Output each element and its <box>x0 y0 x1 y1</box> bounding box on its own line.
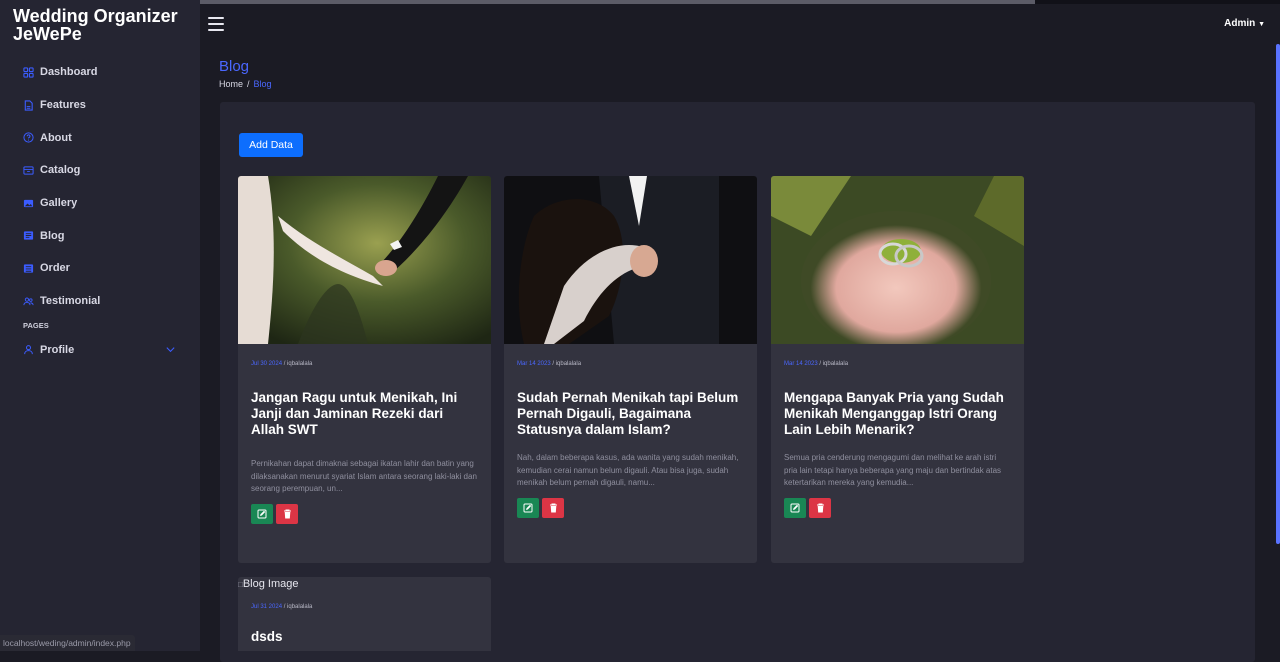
blog-card-date: Jul 31 2024 <box>251 604 283 610</box>
edit-icon <box>523 503 533 512</box>
caret-down-icon: ▼ <box>1258 21 1265 28</box>
top-header: Admin ▼ <box>200 4 1280 44</box>
page-title: Blog <box>219 58 250 75</box>
blog-card-image <box>504 176 757 344</box>
image-icon <box>23 199 34 207</box>
trash-icon <box>283 509 291 518</box>
sidebar-item-order[interactable]: Order <box>0 252 200 285</box>
blog-card-title[interactable]: Sudah Pernah Menikah tapi Belum Pernah D… <box>517 390 744 438</box>
admin-label: Admin <box>1224 18 1256 29</box>
blog-card: Jul 30 2024 / iqbalalala Jangan Ragu unt… <box>238 176 491 563</box>
archive-icon <box>23 166 34 175</box>
sidebar-item-about[interactable]: About <box>0 121 200 154</box>
edit-icon <box>257 509 267 518</box>
blog-card-title[interactable]: Mengapa Banyak Pria yang Sudah Menikah M… <box>784 390 1011 438</box>
sidebar-item-profile[interactable]: Profile <box>0 334 200 367</box>
blog-card-date: Mar 14 2023 <box>784 361 818 367</box>
receipt-icon <box>23 264 34 273</box>
document-icon <box>24 99 33 111</box>
sidebar-item-label: Catalog <box>40 164 81 177</box>
question-circle-icon <box>23 132 34 143</box>
sidebar-nav: Dashboard Features About Catalog Gallery… <box>0 56 200 366</box>
blog-card-meta: Jul 31 2024 / iqbalalala <box>251 604 491 610</box>
breadcrumb-current: Blog <box>253 79 272 89</box>
sidebar-item-blog[interactable]: Blog <box>0 219 200 252</box>
sidebar-item-testimonial[interactable]: Testimonial <box>0 285 200 318</box>
blog-card-title[interactable]: Jangan Ragu untuk Menikah, Ini Janji dan… <box>251 390 478 438</box>
edit-icon <box>790 503 800 512</box>
page-scrollbar[interactable] <box>1276 44 1280 544</box>
edit-button[interactable] <box>784 497 806 518</box>
trash-icon <box>549 503 557 512</box>
blog-card-excerpt: Nah, dalam beberapa kasus, ada wanita ya… <box>517 453 739 487</box>
trash-icon <box>816 503 824 512</box>
edit-button[interactable] <box>251 503 273 524</box>
blog-card-image-alt: Blog Image <box>242 578 299 590</box>
blog-card-actions <box>251 503 491 524</box>
blog-card: Mar 14 2023 / iqbalalala Sudah Pernah Me… <box>504 176 757 563</box>
sidebar-item-label: Profile <box>40 343 75 356</box>
newspaper-icon <box>23 231 34 240</box>
sidebar-item-label: Order <box>40 262 70 275</box>
breadcrumb-home[interactable]: Home <box>219 79 243 89</box>
brand-logo[interactable]: Wedding Organizer JeWePe <box>13 7 193 43</box>
blog-card-excerpt: Semua pria cenderung mengagumi dan melih… <box>784 453 1002 487</box>
sidebar-item-features[interactable]: Features <box>0 89 200 122</box>
blog-card-author: / iqbalalala <box>552 361 582 367</box>
grid-icon <box>23 67 34 78</box>
blog-card-excerpt: Pernikahan dapat dimaknai sebagai ikatan… <box>251 459 477 493</box>
sidebar-item-label: About <box>40 131 72 144</box>
blog-card-image <box>238 176 491 344</box>
sidebar-item-catalog[interactable]: Catalog <box>0 154 200 187</box>
blog-card-author: / iqbalalala <box>283 361 313 367</box>
blog-card: □Blog Image Jul 31 2024 / iqbalalala dsd… <box>238 577 491 651</box>
broken-image-placeholder: □Blog Image <box>238 577 491 592</box>
sidebar-item-gallery[interactable]: Gallery <box>0 187 200 220</box>
people-icon <box>23 297 34 305</box>
blog-card-meta: Mar 14 2023 / iqbalalala <box>784 361 1024 367</box>
blog-card-meta: Mar 14 2023 / iqbalalala <box>517 361 757 367</box>
add-data-button[interactable]: Add Data <box>239 133 303 157</box>
browser-status-url: localhost/weding/admin/index.php <box>0 635 135 651</box>
edit-button[interactable] <box>517 497 539 518</box>
blog-card-actions <box>517 497 757 518</box>
blog-card-author: / iqbalalala <box>819 361 849 367</box>
sidebar-item-label: Testimonial <box>40 295 101 308</box>
admin-dropdown[interactable]: Admin ▼ <box>1224 18 1265 29</box>
blog-card-meta: Jul 30 2024 / iqbalalala <box>251 361 491 367</box>
blog-card-author: / iqbalalala <box>283 604 313 610</box>
brand-line-2: JeWePe <box>13 24 82 44</box>
delete-button[interactable] <box>809 497 831 518</box>
brand-line-1: Wedding Organizer <box>13 6 178 26</box>
delete-button[interactable] <box>542 497 564 518</box>
sidebar-item-dashboard[interactable]: Dashboard <box>0 56 200 89</box>
blog-card-title[interactable]: dsds <box>251 629 478 645</box>
delete-button[interactable] <box>276 503 298 524</box>
blog-card-date: Mar 14 2023 <box>517 361 551 367</box>
sidebar-item-label: Blog <box>40 229 65 242</box>
breadcrumb: Home / Blog <box>219 79 272 89</box>
blog-card: Mar 14 2023 / iqbalalala Mengapa Banyak … <box>771 176 1024 563</box>
sidebar: Wedding Organizer JeWePe Dashboard Featu… <box>0 0 200 651</box>
sidebar-item-label: Features <box>40 99 86 112</box>
hamburger-menu-icon[interactable] <box>208 17 224 31</box>
breadcrumb-separator: / <box>247 79 250 89</box>
blog-card-image <box>771 176 1024 351</box>
nav-heading-pages: PAGES <box>23 320 49 330</box>
person-icon <box>24 345 33 355</box>
blog-card-date: Jul 30 2024 <box>251 361 283 367</box>
chevron-down-icon <box>166 347 175 353</box>
blog-card-actions <box>784 497 1024 518</box>
sidebar-item-label: Dashboard <box>40 66 98 79</box>
sidebar-item-label: Gallery <box>40 197 78 210</box>
